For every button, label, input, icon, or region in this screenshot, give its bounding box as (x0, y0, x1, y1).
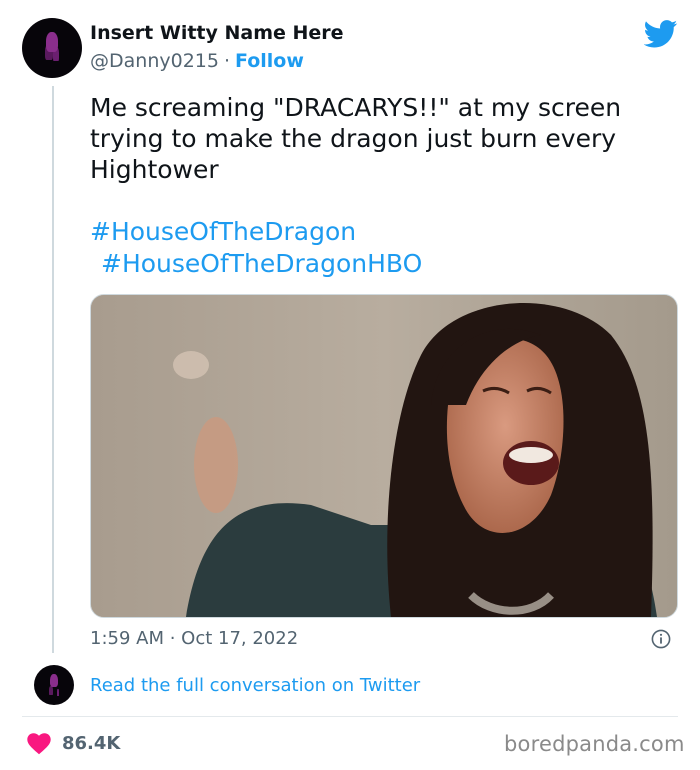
author-name[interactable]: Insert Witty Name Here (90, 22, 344, 44)
tweet-timestamp[interactable]: 1:59 AM · Oct 17, 2022 (90, 628, 298, 649)
thread-line (52, 86, 54, 653)
info-icon[interactable] (651, 629, 671, 649)
tweet-photo[interactable] (90, 294, 678, 618)
follow-button[interactable]: Follow (235, 50, 304, 72)
tweet-card: Insert Witty Name Here @Danny0215 · Follow… (0, 0, 700, 770)
twitter-bird-icon[interactable] (644, 20, 678, 48)
separator-dot: · (223, 50, 231, 72)
author-handle[interactable]: @Danny0215 (90, 50, 219, 72)
photo-crying-woman (91, 295, 677, 617)
author-handle-row: @Danny0215 · Follow (90, 50, 304, 72)
avatar[interactable] (34, 665, 74, 705)
hashtag-link[interactable]: #HouseOfTheDragon (90, 216, 356, 247)
read-conversation-link[interactable]: Read the full conversation on Twitter (90, 675, 420, 696)
watermark: boredpanda.com (504, 732, 685, 756)
like-count: 86.4K (62, 733, 121, 754)
divider (22, 716, 678, 717)
heart-icon[interactable] (27, 733, 51, 755)
tweet-text: Me screaming "DRACARYS!!" at my screen t… (90, 93, 622, 184)
hashtag-link[interactable]: #HouseOfTheDragonHBO (101, 248, 422, 279)
avatar[interactable] (22, 18, 82, 78)
